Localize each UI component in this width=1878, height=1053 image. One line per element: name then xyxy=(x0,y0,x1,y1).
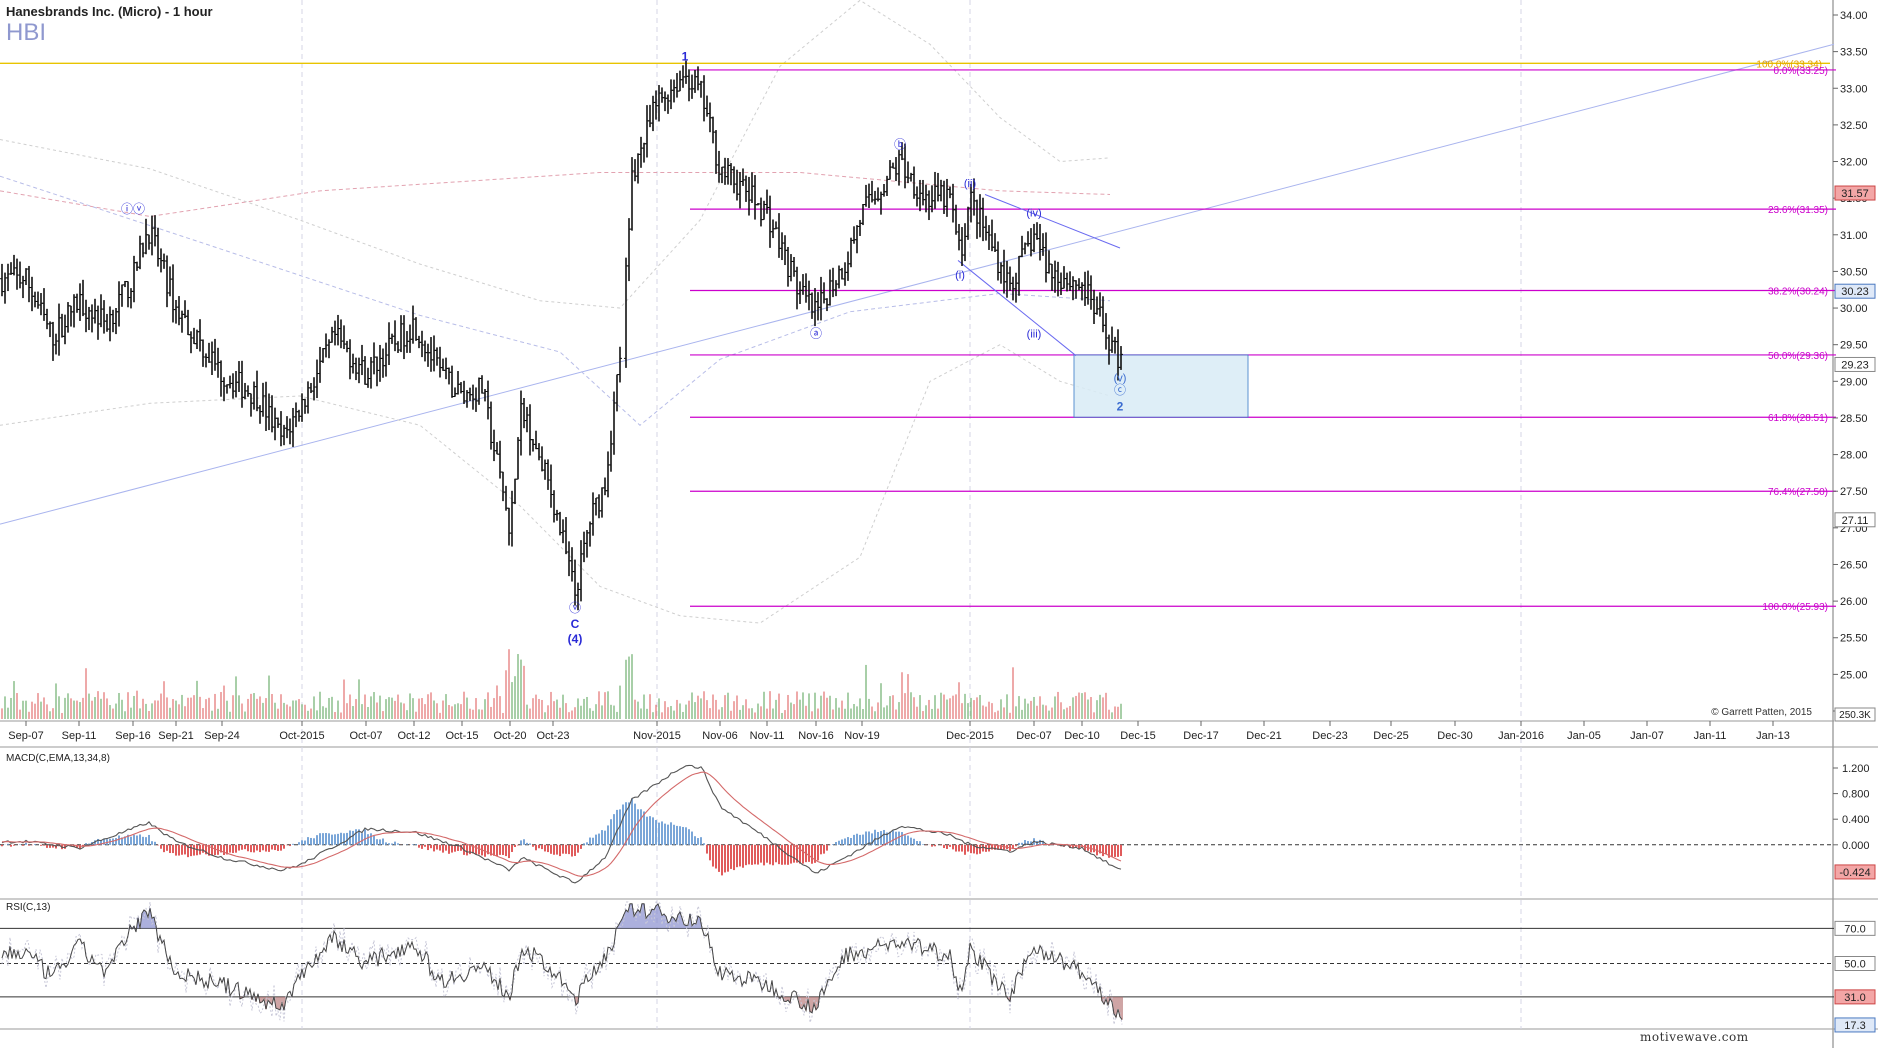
chart-title: Hanesbrands Inc. (Micro) - 1 hour xyxy=(6,4,213,19)
x-axis-tick-label: Jan-05 xyxy=(1567,730,1601,742)
rsi-axis-label: 50.0 xyxy=(1844,959,1865,971)
y-axis-tick-label: 25.00 xyxy=(1840,669,1868,681)
macd-axis-label: 0.800 xyxy=(1842,789,1870,801)
x-axis-tick-label: Dec-07 xyxy=(1016,730,1051,742)
wave-label: C xyxy=(571,617,580,631)
y-axis-tick-label: 30.50 xyxy=(1840,266,1868,278)
x-axis-tick-label: Sep-24 xyxy=(204,730,239,742)
x-axis-tick-label: Sep-07 xyxy=(8,730,43,742)
macd-axis-label: 1.200 xyxy=(1842,763,1870,775)
wave-label: ⓒ xyxy=(1114,383,1126,397)
y-axis-tick-label: 25.50 xyxy=(1840,633,1868,645)
x-axis-tick-label: Dec-30 xyxy=(1437,730,1472,742)
fib-label: 61.8%(28.51) xyxy=(1768,413,1828,424)
wave-label: ⓥ xyxy=(569,601,581,615)
wave-label: (ii) xyxy=(964,178,976,190)
x-axis-tick-label: Dec-21 xyxy=(1246,730,1281,742)
chart-svg: 100.0%(33.34)0.0%(33.25)23.6%(31.35)38.2… xyxy=(0,0,1878,1048)
volume-axis-label: 250.3K xyxy=(1839,710,1871,721)
y-axis-tick-label: 28.50 xyxy=(1840,413,1868,425)
background xyxy=(0,0,1878,1048)
y-axis-tick-label: 26.50 xyxy=(1840,559,1868,571)
x-axis-tick-label: Nov-11 xyxy=(750,730,785,742)
brand-watermark: motivewave.com xyxy=(1640,1030,1749,1044)
fib-label: 50.0%(29.36) xyxy=(1768,351,1828,362)
y-axis-tick-label: 28.00 xyxy=(1840,450,1868,462)
wave-label: (iii) xyxy=(1027,328,1042,340)
price-marker: 27.11 xyxy=(1842,515,1869,527)
x-axis-tick-label: Oct-20 xyxy=(493,730,526,742)
fib-label: 76.4%(27.50) xyxy=(1768,487,1828,498)
x-axis-tick-label: Dec-23 xyxy=(1312,730,1347,742)
y-axis-tick-label: 29.00 xyxy=(1840,376,1868,388)
macd-axis-label: 0.000 xyxy=(1842,840,1870,852)
x-axis-tick-label: Nov-16 xyxy=(798,730,833,742)
wave-label: (4) xyxy=(568,632,583,646)
rsi-axis-label: 70.0 xyxy=(1844,923,1865,935)
y-axis-tick-label: 33.00 xyxy=(1840,83,1868,95)
rsi-title: RSI(C,13) xyxy=(6,902,50,913)
macd-axis-label: 0.400 xyxy=(1842,814,1870,826)
x-axis-tick-label: Sep-11 xyxy=(62,730,97,742)
x-axis-tick-label: Dec-15 xyxy=(1120,730,1155,742)
y-axis-tick-label: 30.00 xyxy=(1840,303,1868,315)
x-axis-tick-label: Dec-2015 xyxy=(946,730,994,742)
wave-label: (i) xyxy=(955,270,965,282)
x-axis-tick-label: Oct-15 xyxy=(445,730,478,742)
macd-current-value: -0.424 xyxy=(1839,867,1870,879)
target-zone-box xyxy=(1073,354,1249,418)
macd-title: MACD(C,EMA,13,34,8) xyxy=(6,753,110,764)
x-axis-tick-label: Sep-16 xyxy=(115,730,150,742)
x-axis-tick-label: Oct-2015 xyxy=(279,730,324,742)
current-price-marker: 29.23 xyxy=(1841,359,1869,371)
rsi-oversold-value: 31.0 xyxy=(1844,992,1865,1004)
fib-label: 23.6%(31.35) xyxy=(1768,205,1828,216)
wave-label: (iv) xyxy=(1026,207,1041,219)
y-axis-tick-label: 29.50 xyxy=(1840,340,1868,352)
fib-label: 38.2%(30.24) xyxy=(1768,286,1828,297)
x-axis-tick-label: Oct-23 xyxy=(536,730,569,742)
x-axis-tick-label: Nov-2015 xyxy=(633,730,681,742)
wave-label: 2 xyxy=(1117,400,1124,414)
y-axis-tick-label: 33.50 xyxy=(1840,47,1868,59)
x-axis-tick-label: Dec-25 xyxy=(1373,730,1408,742)
rsi-current-value: 17.3 xyxy=(1844,1020,1865,1032)
x-axis-tick-label: Jan-2016 xyxy=(1498,730,1544,742)
x-axis-tick-label: Oct-12 xyxy=(397,730,430,742)
wave-label: ⓐ xyxy=(810,326,822,340)
y-axis-tick-label: 31.00 xyxy=(1840,230,1868,242)
x-axis-tick-label: Nov-06 xyxy=(702,730,737,742)
x-axis-tick-label: Nov-19 xyxy=(844,730,879,742)
price-marker: 30.23 xyxy=(1841,286,1869,298)
wave-label: ⓑ xyxy=(894,137,906,151)
wave-label: 1 xyxy=(682,49,689,63)
x-axis-tick-label: Jan-07 xyxy=(1630,730,1664,742)
copyright-text: © Garrett Patten, 2015 xyxy=(1711,707,1812,718)
wave-label: ⓘⓥ xyxy=(121,202,145,216)
x-axis-tick-label: Oct-07 xyxy=(349,730,382,742)
x-axis-tick-label: Dec-17 xyxy=(1183,730,1218,742)
x-axis-tick-label: Dec-10 xyxy=(1064,730,1099,742)
y-axis-tick-label: 27.50 xyxy=(1840,486,1868,498)
fib-label: 100.0%(25.93) xyxy=(1762,602,1828,613)
chart-stage: 100.0%(33.34) 0.0%(33.25) 23.6%(31.35) 38.2… xyxy=(0,0,1878,1048)
x-axis-tick-label: Jan-13 xyxy=(1756,730,1790,742)
x-axis-tick-label: Jan-11 xyxy=(1694,730,1727,742)
y-axis-tick-label: 26.00 xyxy=(1840,596,1868,608)
symbol-label: HBI xyxy=(6,19,47,46)
price-marker: 31.57 xyxy=(1841,188,1869,200)
y-axis-tick-label: 32.00 xyxy=(1840,157,1868,169)
fib-label: 0.0%(33.25) xyxy=(1774,66,1828,77)
y-axis-tick-label: 32.50 xyxy=(1840,120,1868,132)
x-axis-tick-label: Sep-21 xyxy=(158,730,193,742)
y-axis-tick-label: 34.00 xyxy=(1840,10,1868,22)
